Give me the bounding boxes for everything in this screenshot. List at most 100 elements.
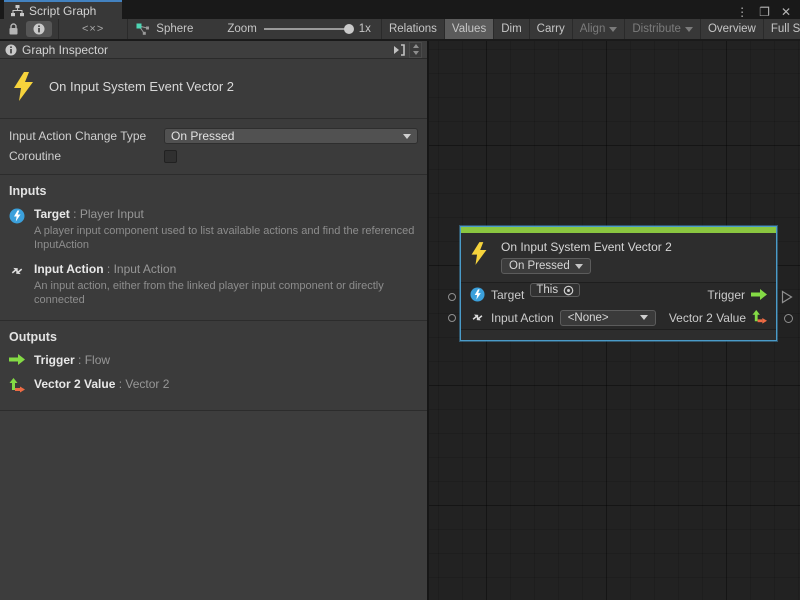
- trigger-port-socket[interactable]: [781, 290, 793, 304]
- graph-canvas[interactable]: On Input System Event Vector 2 On Presse…: [429, 41, 800, 600]
- toolbar-left-group: [0, 19, 59, 39]
- port-description: An input action, either from the linked …: [34, 279, 416, 308]
- inspected-node-title: On Input System Event Vector 2: [49, 79, 234, 94]
- change-type-dropdown[interactable]: On Pressed: [164, 128, 418, 144]
- script-graph-icon: [11, 5, 24, 17]
- object-picker-icon: [563, 285, 574, 296]
- info-icon: [5, 44, 17, 56]
- input-action-dropdown[interactable]: <None>: [560, 310, 656, 326]
- dropdown-value: <None>: [568, 312, 609, 324]
- button-label: Dim: [501, 23, 521, 35]
- dropdown-value: On Pressed: [509, 260, 570, 272]
- breadcrumb[interactable]: Sphere: [128, 19, 205, 39]
- input-action-icon: [9, 263, 25, 279]
- field-coroutine: Coroutine: [9, 146, 418, 166]
- code-preview-group: <×>: [59, 19, 128, 39]
- toolbar-button-relations[interactable]: Relations: [382, 19, 445, 39]
- inspector-title: Graph Inspector: [22, 43, 108, 57]
- tab-label: Script Graph: [29, 4, 96, 18]
- flow-arrow-icon: [9, 354, 25, 365]
- lock-button[interactable]: [6, 23, 21, 36]
- toolbar-button-values[interactable]: Values: [445, 19, 494, 39]
- node-mode-dropdown[interactable]: On Pressed: [501, 258, 591, 274]
- vector2-icon: [752, 310, 767, 325]
- toolbar-button-distribute[interactable]: Distribute: [625, 19, 701, 39]
- inspector-toggle-button[interactable]: [26, 21, 52, 37]
- target-port-socket[interactable]: [448, 293, 456, 301]
- dropdown-value: On Pressed: [171, 129, 234, 143]
- port-name: Input Action: [34, 262, 104, 276]
- panel-scroll-spinner[interactable]: [409, 42, 422, 58]
- zoom-label: Zoom: [227, 23, 256, 35]
- field-label: Coroutine: [9, 149, 164, 163]
- input-action-icon: [470, 310, 485, 325]
- graph-name: Sphere: [156, 23, 193, 35]
- player-input-unit-icon: [470, 287, 485, 302]
- chevron-down-icon: [609, 27, 617, 32]
- button-label: Relations: [389, 23, 437, 35]
- button-label: Values: [452, 23, 486, 35]
- inputs-header: Inputs: [9, 184, 418, 198]
- graph-asset-icon: [136, 23, 150, 35]
- port-name: Vector 2 Value: [34, 377, 115, 391]
- port-description: A player input component used to list av…: [34, 224, 416, 253]
- list-item: Vector 2 Value : Vector 2: [9, 377, 418, 397]
- inputs-section: Inputs Target : Player Input A player in…: [0, 175, 427, 321]
- field-label: Input Action Change Type: [9, 129, 164, 143]
- port-label: Input Action: [491, 311, 554, 325]
- separator: :: [104, 262, 114, 276]
- list-item: Input Action : Input Action An input act…: [9, 262, 418, 308]
- port-name: Target: [34, 207, 70, 221]
- port-label: Target: [491, 288, 524, 302]
- graph-inspector-panel: Graph Inspector On Input System Ev: [0, 41, 429, 600]
- port-label: Vector 2 Value: [669, 311, 746, 325]
- tab-script-graph[interactable]: Script Graph: [4, 0, 122, 19]
- toolbar-button-dim[interactable]: Dim: [494, 19, 529, 39]
- port-type: Input Action: [114, 262, 177, 276]
- info-icon: [33, 23, 45, 35]
- field-change-type: Input Action Change Type On Pressed: [9, 126, 418, 146]
- spinner-down-icon[interactable]: [413, 51, 419, 55]
- target-value: This: [536, 284, 558, 296]
- toolbar-button-fullscreen[interactable]: Full Screen: [764, 19, 800, 39]
- maximize-icon[interactable]: ❐: [759, 5, 770, 19]
- lock-icon: [8, 23, 19, 36]
- toolbar-button-align[interactable]: Align: [573, 19, 626, 39]
- lightning-icon: [12, 71, 35, 102]
- inspected-node-title-block: On Input System Event Vector 2: [0, 59, 427, 119]
- port-type: Flow: [85, 353, 110, 367]
- separator: :: [115, 377, 125, 391]
- node-footer: [461, 329, 776, 340]
- toolbar-button-overview[interactable]: Overview: [701, 19, 764, 39]
- zoom-slider-handle[interactable]: [344, 24, 354, 34]
- chevron-down-icon: [685, 27, 693, 32]
- node-settings: Input Action Change Type On Pressed Coro…: [0, 119, 427, 175]
- dock-panel-icon[interactable]: [392, 44, 406, 56]
- chevron-down-icon: [640, 315, 648, 320]
- port-type: Player Input: [80, 207, 144, 221]
- vector2-icon: [9, 378, 25, 394]
- coroutine-checkbox[interactable]: [164, 150, 177, 163]
- node-port-row-input-action: Input Action <None> Vector 2 Value: [461, 306, 776, 329]
- kebab-menu-icon[interactable]: ⋮: [736, 5, 748, 19]
- close-icon[interactable]: ✕: [781, 5, 791, 19]
- button-label: Overview: [708, 23, 756, 35]
- target-this-button[interactable]: This: [530, 283, 580, 297]
- graph-inspector-header: Graph Inspector: [0, 41, 427, 59]
- zoom-value: 1x: [359, 23, 371, 35]
- input-action-port-socket[interactable]: [448, 314, 456, 322]
- button-label: Align: [580, 23, 606, 35]
- outputs-section: Outputs Trigger : Flow: [0, 321, 427, 411]
- list-item: Trigger : Flow: [9, 353, 418, 368]
- code-preview-icon[interactable]: <×>: [59, 23, 127, 35]
- node-title: On Input System Event Vector 2: [501, 240, 672, 254]
- chevron-down-icon: [403, 134, 411, 139]
- toolbar-button-carry[interactable]: Carry: [530, 19, 573, 39]
- node-header[interactable]: On Input System Event Vector 2 On Presse…: [461, 233, 776, 283]
- zoom-slider[interactable]: [264, 28, 352, 30]
- vector2-port-socket[interactable]: [784, 314, 793, 323]
- separator: :: [70, 207, 80, 221]
- on-input-system-event-node[interactable]: On Input System Event Vector 2 On Presse…: [460, 226, 777, 341]
- spinner-up-icon[interactable]: [413, 44, 419, 48]
- node-port-row-target: Target This Trigger: [461, 283, 776, 306]
